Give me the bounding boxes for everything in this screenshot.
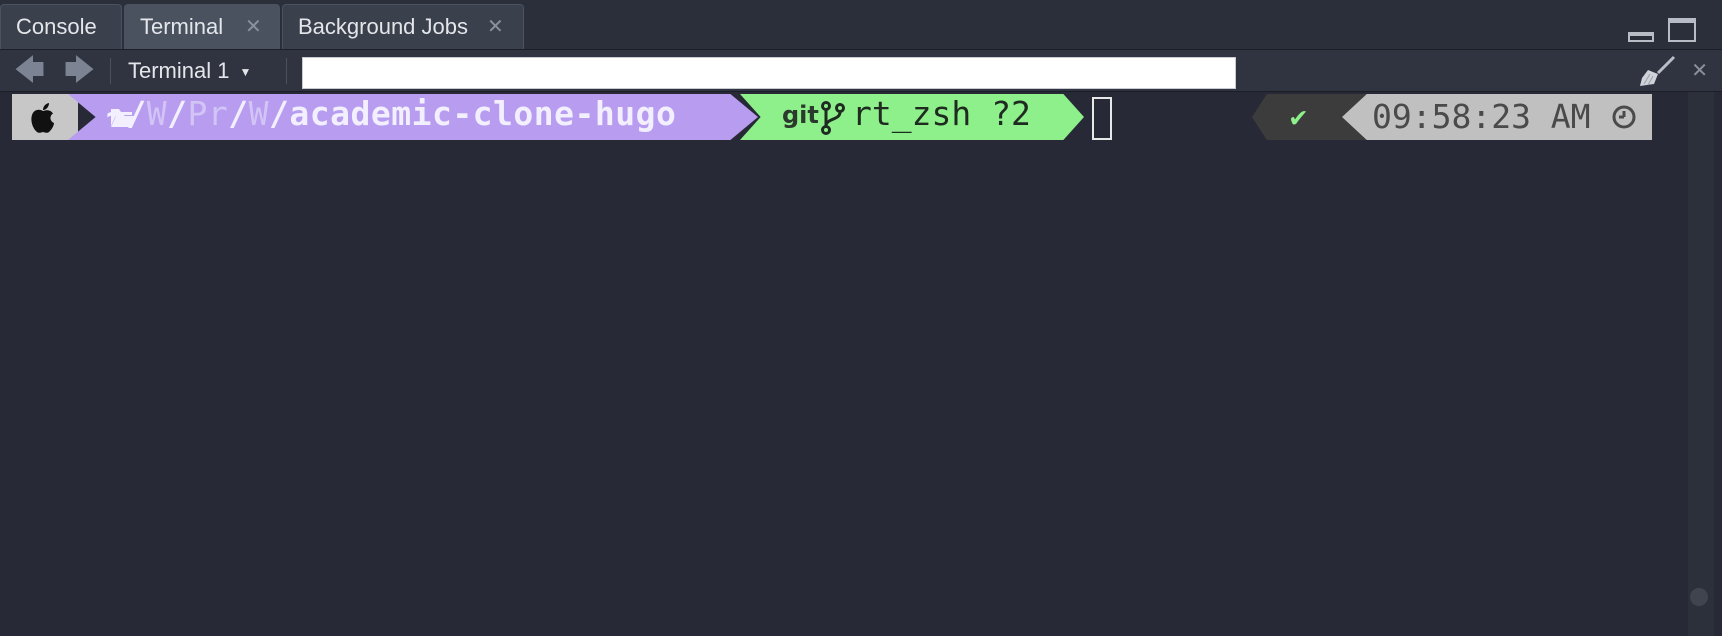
tab-terminal[interactable]: Terminal ✕ bbox=[124, 4, 280, 49]
apple-icon bbox=[31, 103, 54, 133]
terminal-output-area[interactable]: ~/W/Pr/W/academic-clone-hugo git rt_zsh … bbox=[0, 92, 1722, 636]
close-terminal-icon[interactable]: ✕ bbox=[1691, 50, 1708, 92]
terminal-cursor bbox=[1092, 97, 1112, 140]
clear-terminal-broom-icon[interactable] bbox=[1638, 54, 1678, 88]
prompt-path: ~/W/Pr/W/academic-clone-hugo bbox=[106, 94, 676, 133]
shell-prompt: ~/W/Pr/W/academic-clone-hugo git rt_zsh … bbox=[12, 94, 1652, 140]
maximize-pane-icon[interactable] bbox=[1668, 18, 1696, 42]
back-arrow-icon[interactable]: 🡄 bbox=[14, 50, 45, 92]
toolbar-divider bbox=[110, 58, 111, 84]
toolbar-divider bbox=[286, 58, 287, 84]
path-current-dir: academic-clone-hugo bbox=[289, 94, 677, 133]
prompt-os-segment bbox=[12, 94, 78, 140]
terminal-scrollbar[interactable] bbox=[1688, 92, 1714, 636]
path-slash: / bbox=[167, 94, 188, 133]
git-branch-icon bbox=[821, 101, 845, 135]
terminal-toolbar: 🡄 🡆 Terminal 1 ▼ ✕ bbox=[0, 50, 1722, 92]
path-abbrev-1: W bbox=[146, 94, 168, 133]
terminal-select-dropdown[interactable]: Terminal 1 ▼ bbox=[128, 50, 251, 95]
tab-console[interactable]: Console bbox=[0, 4, 122, 49]
clock-icon bbox=[1612, 105, 1636, 129]
path-abbrev-2: Pr bbox=[187, 94, 229, 133]
tab-background-jobs[interactable]: Background Jobs ✕ bbox=[282, 4, 524, 49]
path-slash: / bbox=[228, 94, 249, 133]
minimize-pane-icon[interactable] bbox=[1628, 32, 1654, 42]
close-background-jobs-tab-icon[interactable]: ✕ bbox=[487, 5, 504, 49]
terminal-select-label: Terminal 1 bbox=[128, 58, 230, 83]
path-abbrev-3: W bbox=[248, 94, 269, 133]
path-slash: / bbox=[269, 94, 290, 133]
forward-arrow-icon[interactable]: 🡆 bbox=[64, 50, 95, 92]
git-label: git bbox=[782, 101, 819, 129]
tab-background-jobs-label: Background Jobs bbox=[298, 14, 468, 39]
path-home: ~/ bbox=[106, 94, 147, 133]
tab-console-label: Console bbox=[16, 14, 97, 39]
scrollbar-thumb[interactable] bbox=[1690, 588, 1708, 606]
prompt-time: 09:58:23 AM bbox=[1372, 97, 1591, 136]
git-branch-status: rt_zsh ?2 bbox=[852, 94, 1031, 133]
chevron-down-icon: ▼ bbox=[239, 65, 252, 79]
terminal-search-input[interactable] bbox=[302, 57, 1236, 89]
close-terminal-tab-icon[interactable]: ✕ bbox=[245, 5, 262, 49]
tab-terminal-label: Terminal bbox=[140, 14, 224, 39]
pane-tab-bar: Console Terminal ✕ Background Jobs ✕ bbox=[0, 0, 1722, 50]
success-check-icon: ✔ bbox=[1290, 100, 1307, 133]
